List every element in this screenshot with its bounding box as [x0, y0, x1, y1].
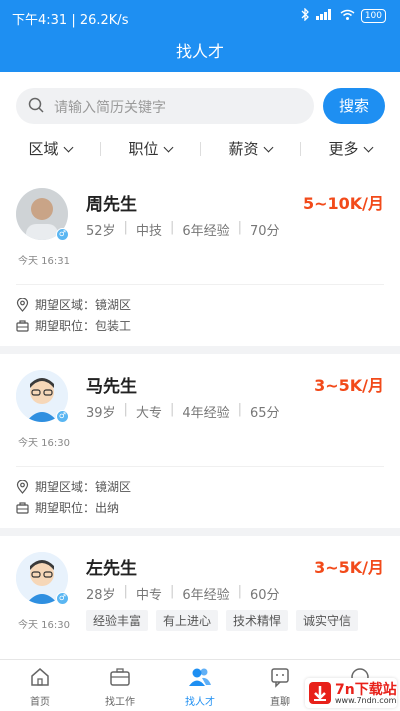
status-time: 下午4:31 | 26.2K/s: [12, 13, 129, 28]
candidate-meta: 52岁 | 中技 | 6年经验 | 70分: [86, 220, 280, 239]
briefcase-icon: [16, 319, 29, 332]
divider: [16, 466, 384, 467]
expected-position: 期望职位：出纳: [16, 499, 119, 516]
candidate-name: 左先生: [86, 559, 137, 579]
chevron-down-icon: [263, 142, 273, 153]
candidate-card[interactable]: ♂ 左先生 3~5K/月 28岁 | 中专 | 6年经验 | 60分 经验丰富 有上进…: [0, 536, 400, 659]
status-bar: 下午4:31 | 26.2K/s 100: [0, 0, 400, 34]
candidate-meta: 28岁 | 中专 | 6年经验 | 60分: [86, 584, 280, 603]
home-icon: [29, 666, 51, 691]
tab-find-job[interactable]: 找工作: [80, 660, 160, 711]
tag: 经验丰富: [86, 610, 149, 631]
candidate-card[interactable]: ♂ 周先生 5~10K/月 52岁 | 中技 | 6年经验 | 70分 今天 16:3…: [0, 172, 400, 346]
chevron-down-icon: [63, 142, 73, 153]
watermark-logo: 7n下载站 www.7ndn.com: [305, 678, 397, 708]
app-header: 下午4:31 | 26.2K/s 100 找人才: [0, 0, 400, 72]
bluetooth-icon: [301, 7, 310, 24]
chevron-down-icon: [163, 142, 173, 153]
filter-area[interactable]: 区域: [0, 134, 100, 164]
tag: 有上进心: [156, 610, 219, 631]
candidate-salary: 5~10K/月: [302, 194, 384, 213]
candidate-salary: 3~5K/月: [314, 558, 384, 577]
page-title: 找人才: [175, 42, 224, 61]
tag: 诚实守信: [296, 610, 359, 631]
signal-icon: [315, 9, 334, 23]
male-icon: ♂: [56, 410, 69, 423]
wifi-icon: [340, 9, 355, 23]
male-icon: ♂: [56, 592, 69, 605]
filter-salary[interactable]: 薪资: [200, 134, 300, 164]
update-time: 今天 16:30: [18, 438, 70, 449]
location-icon: [16, 479, 29, 494]
chat-icon: [269, 666, 291, 691]
tab-home[interactable]: 首页: [0, 660, 80, 711]
search-placeholder: 请输入简历关键字: [54, 100, 166, 116]
expected-position: 期望职位：包装工: [16, 317, 131, 334]
search-input[interactable]: 请输入简历关键字: [16, 88, 314, 124]
briefcase-icon: [16, 501, 29, 514]
search-icon: [28, 97, 45, 118]
candidate-card[interactable]: ♂ 马先生 3~5K/月 39岁 | 大专 | 4年经验 | 65分 今天 16:30…: [0, 354, 400, 528]
expected-area: 期望区域：镜湖区: [16, 478, 131, 495]
expected-area: 期望区域：镜湖区: [16, 296, 131, 313]
update-time: 今天 16:30: [18, 620, 70, 631]
briefcase-icon: [109, 666, 131, 691]
filter-bar: 区域 职位 薪资 更多: [0, 134, 400, 164]
candidate-salary: 3~5K/月: [314, 376, 384, 395]
male-icon: ♂: [56, 228, 69, 241]
search-button[interactable]: 搜索: [323, 88, 385, 124]
candidate-name: 马先生: [86, 377, 137, 397]
candidate-tags: 经验丰富 有上进心 技术精悍 诚实守信: [86, 610, 359, 631]
location-icon: [16, 297, 29, 312]
update-time: 今天 16:31: [18, 256, 70, 267]
divider: [16, 284, 384, 285]
battery-icon: 100: [360, 9, 386, 23]
people-icon: [188, 666, 212, 691]
tag: 技术精悍: [226, 610, 289, 631]
filter-position[interactable]: 职位: [100, 134, 200, 164]
filter-more[interactable]: 更多: [300, 134, 400, 164]
candidate-meta: 39岁 | 大专 | 4年经验 | 65分: [86, 402, 280, 421]
candidate-name: 周先生: [86, 195, 137, 215]
download-icon: [309, 682, 331, 704]
chevron-down-icon: [363, 142, 373, 153]
tab-find-talent[interactable]: 找人才: [160, 660, 240, 711]
